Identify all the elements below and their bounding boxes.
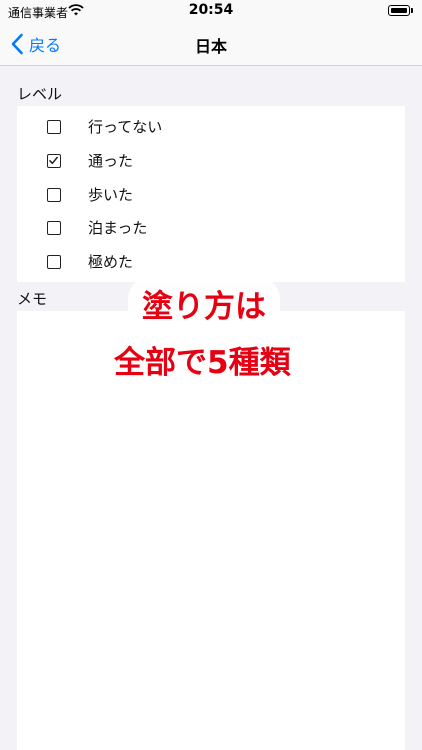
- promo-caption-line2: 全部で5種類: [100, 333, 305, 386]
- status-bar: 通信事業者 20:54: [0, 0, 422, 22]
- checkbox[interactable]: [47, 254, 61, 269]
- navigation-bar: 戻る 日本: [0, 22, 422, 66]
- checkbox[interactable]: [47, 220, 61, 235]
- checkbox-checked[interactable]: [47, 153, 61, 168]
- level-option-passed[interactable]: 通った: [17, 144, 405, 177]
- battery-icon: [388, 5, 410, 16]
- level-option-walked[interactable]: 歩いた: [17, 178, 405, 211]
- checkbox[interactable]: [47, 119, 61, 134]
- checkbox[interactable]: [47, 187, 61, 202]
- level-option-stayed[interactable]: 泊まった: [17, 211, 405, 244]
- level-option-label: 行ってない: [88, 118, 163, 136]
- status-time: 20:54: [188, 2, 234, 18]
- level-option-mastered[interactable]: 極めた: [17, 245, 405, 278]
- page-title: 日本: [194, 37, 227, 56]
- level-option-label: 泊まった: [88, 219, 148, 237]
- level-list: 行ってない 通った 歩いた 泊まった 極めた: [17, 106, 405, 282]
- level-section-header: レベル: [17, 85, 63, 103]
- level-option-label: 極めた: [88, 253, 134, 271]
- level-option-label: 通った: [88, 152, 134, 170]
- level-option-label: 歩いた: [88, 186, 134, 204]
- battery-tip: [411, 8, 413, 13]
- level-option-not-visited[interactable]: 行ってない: [17, 110, 405, 143]
- checkmark-icon: [49, 156, 58, 164]
- promo-caption-line1: 塗り方は: [128, 277, 280, 330]
- memo-section-header: メモ: [17, 290, 48, 308]
